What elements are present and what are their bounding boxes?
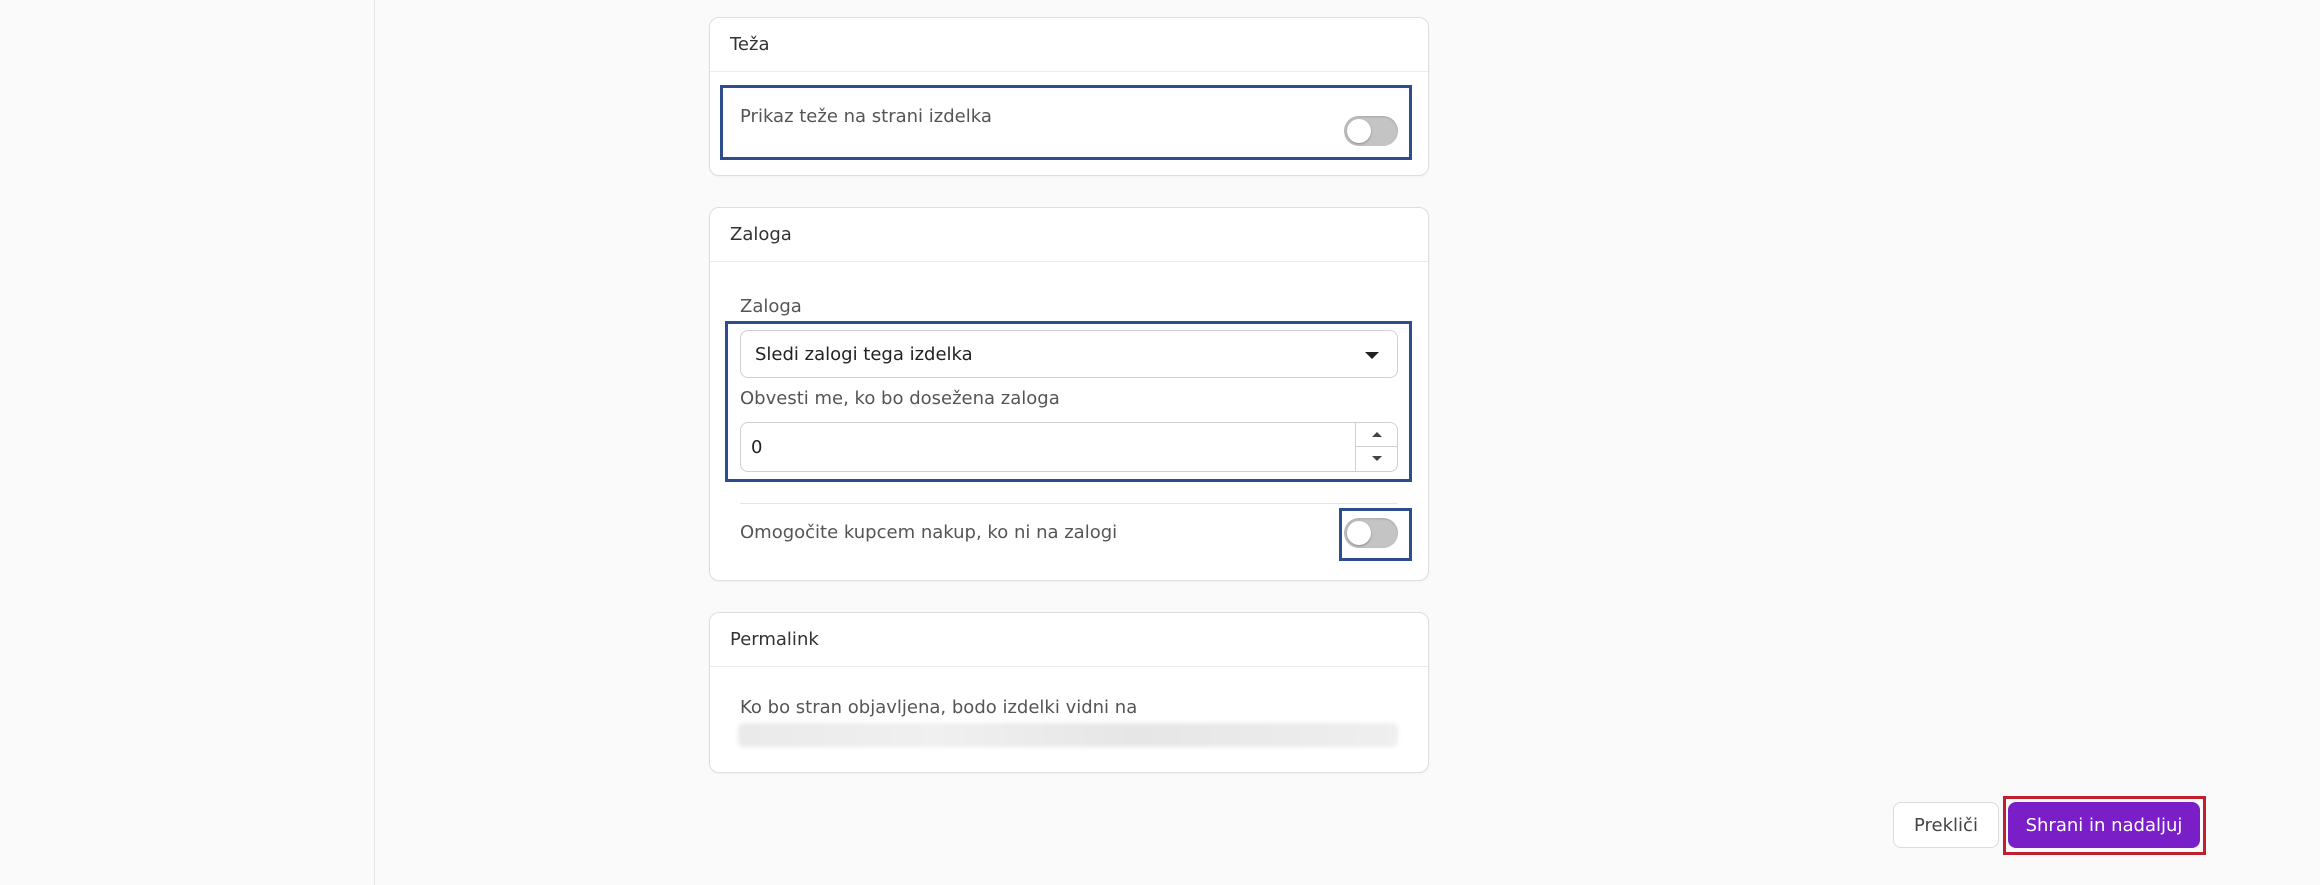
- permalink-card: Permalink Ko bo stran objavljena, bodo i…: [709, 612, 1429, 773]
- show-weight-highlight: [720, 85, 1412, 160]
- stock-divider: [740, 503, 1398, 504]
- permalink-description: Ko bo stran objavljena, bodo izdelki vid…: [740, 697, 1138, 718]
- stock-card-title: Zaloga: [710, 208, 1428, 262]
- backorder-label: Omogočite kupcem nakup, ko ni na zalogi: [740, 522, 1118, 543]
- backorder-toggle-highlight: [1339, 508, 1412, 561]
- stock-field-label: Zaloga: [740, 296, 802, 317]
- permalink-card-title: Permalink: [710, 613, 1428, 667]
- cancel-button[interactable]: Prekliči: [1893, 802, 1999, 848]
- stock-fields-highlight: [725, 321, 1412, 482]
- sidebar-panel: [0, 0, 375, 885]
- permalink-url-redacted: [738, 723, 1398, 747]
- weight-card-title: Teža: [710, 18, 1428, 72]
- save-button-highlight: [2003, 796, 2206, 855]
